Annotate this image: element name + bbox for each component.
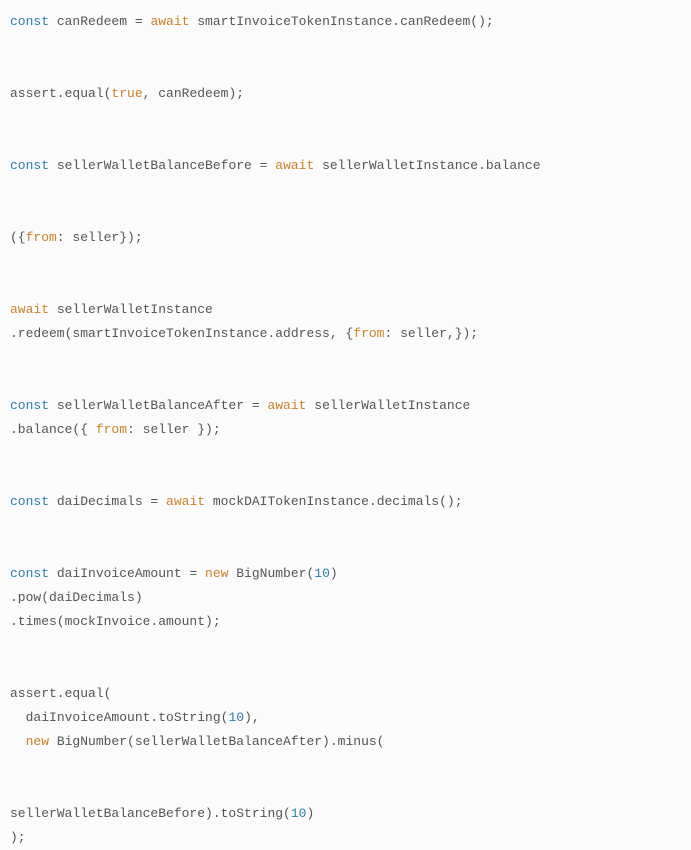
number-literal: 10 bbox=[314, 566, 330, 581]
code-text: ({ bbox=[10, 230, 26, 245]
code-text: ) bbox=[306, 806, 314, 821]
code-line: sellerWalletBalanceBefore).toString(10) bbox=[10, 806, 314, 821]
keyword-const: const bbox=[10, 494, 49, 509]
code-line: const daiInvoiceAmount = new BigNumber(1… bbox=[10, 566, 338, 581]
code-text: ) bbox=[330, 566, 338, 581]
keyword-from: from bbox=[353, 326, 384, 341]
keyword-from: from bbox=[96, 422, 127, 437]
code-text: BigNumber(sellerWalletBalanceAfter).minu… bbox=[49, 734, 384, 749]
code-line: ); bbox=[10, 830, 26, 845]
keyword-await: await bbox=[10, 302, 49, 317]
code-line: .redeem(smartInvoiceTokenInstance.addres… bbox=[10, 326, 478, 341]
code-text: sellerWalletBalanceBefore = bbox=[49, 158, 275, 173]
code-line: const canRedeem = await smartInvoiceToke… bbox=[10, 14, 494, 29]
code-line: .pow(daiDecimals) bbox=[10, 590, 143, 605]
code-text: ); bbox=[10, 830, 26, 845]
code-text: mockDAITokenInstance.decimals(); bbox=[205, 494, 462, 509]
code-text: : seller}); bbox=[57, 230, 143, 245]
code-line: .balance({ from: seller }); bbox=[10, 422, 221, 437]
code-text: : seller }); bbox=[127, 422, 221, 437]
code-text: assert.equal( bbox=[10, 686, 111, 701]
number-literal: 10 bbox=[291, 806, 307, 821]
keyword-await: await bbox=[275, 158, 314, 173]
keyword-await: await bbox=[166, 494, 205, 509]
keyword-from: from bbox=[26, 230, 57, 245]
keyword-const: const bbox=[10, 398, 49, 413]
code-block: const canRedeem = await smartInvoiceToke… bbox=[10, 10, 681, 850]
keyword-await: await bbox=[267, 398, 306, 413]
code-text: daiInvoiceAmount.toString( bbox=[10, 710, 228, 725]
keyword-new: new bbox=[26, 734, 49, 749]
code-text: daiInvoiceAmount = bbox=[49, 566, 205, 581]
code-line: const daiDecimals = await mockDAITokenIn… bbox=[10, 494, 463, 509]
number-literal: 10 bbox=[228, 710, 244, 725]
keyword-await: await bbox=[150, 14, 189, 29]
keyword-true: true bbox=[111, 86, 142, 101]
code-line: const sellerWalletBalanceBefore = await … bbox=[10, 158, 541, 173]
code-line: daiInvoiceAmount.toString(10), bbox=[10, 710, 260, 725]
code-text: : seller,}); bbox=[384, 326, 478, 341]
code-line: new BigNumber(sellerWalletBalanceAfter).… bbox=[10, 734, 384, 749]
code-text: , canRedeem); bbox=[143, 86, 244, 101]
code-text: sellerWalletBalanceAfter = bbox=[49, 398, 267, 413]
code-text: .redeem(smartInvoiceTokenInstance.addres… bbox=[10, 326, 353, 341]
code-text: sellerWalletInstance bbox=[49, 302, 213, 317]
code-text: BigNumber( bbox=[228, 566, 314, 581]
code-text: canRedeem = bbox=[49, 14, 150, 29]
keyword-const: const bbox=[10, 158, 49, 173]
code-line: await sellerWalletInstance bbox=[10, 302, 213, 317]
code-line: const sellerWalletBalanceAfter = await s… bbox=[10, 398, 470, 413]
code-text: ), bbox=[244, 710, 260, 725]
code-text: .balance({ bbox=[10, 422, 96, 437]
code-line: assert.equal(true, canRedeem); bbox=[10, 86, 244, 101]
code-line: assert.equal( bbox=[10, 686, 111, 701]
code-text: smartInvoiceTokenInstance.canRedeem(); bbox=[189, 14, 493, 29]
code-line: ({from: seller}); bbox=[10, 230, 143, 245]
keyword-new: new bbox=[205, 566, 228, 581]
keyword-const: const bbox=[10, 14, 49, 29]
code-text: sellerWalletInstance.balance bbox=[314, 158, 540, 173]
code-text: sellerWalletInstance bbox=[306, 398, 470, 413]
code-text: .times(mockInvoice.amount); bbox=[10, 614, 221, 629]
keyword-const: const bbox=[10, 566, 49, 581]
code-line: .times(mockInvoice.amount); bbox=[10, 614, 221, 629]
code-text: sellerWalletBalanceBefore).toString( bbox=[10, 806, 291, 821]
code-text: assert.equal( bbox=[10, 86, 111, 101]
code-text bbox=[10, 734, 26, 749]
code-text: daiDecimals = bbox=[49, 494, 166, 509]
code-text: .pow(daiDecimals) bbox=[10, 590, 143, 605]
